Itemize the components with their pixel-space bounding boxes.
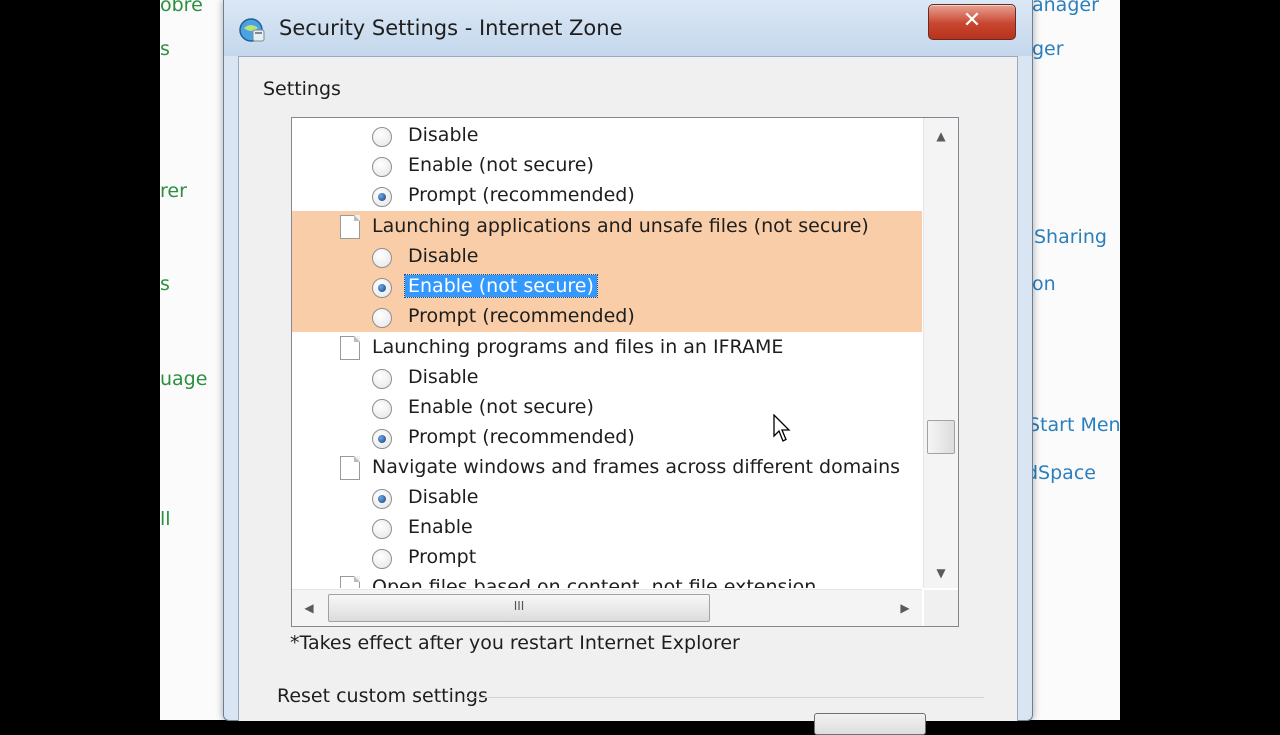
- list-item[interactable]: Prompt (recommended): [292, 423, 922, 453]
- scrollbar-corner: [924, 590, 958, 626]
- list-item[interactable]: Prompt: [292, 543, 922, 573]
- radio-button[interactable]: [372, 549, 392, 569]
- bg-link: s: [160, 273, 170, 295]
- document-icon: [340, 456, 360, 480]
- radio-button[interactable]: [372, 399, 392, 419]
- vertical-scrollbar[interactable]: ▲ ▼: [923, 118, 958, 588]
- list-item[interactable]: Disable: [292, 121, 922, 151]
- radio-button-checked[interactable]: [372, 489, 392, 509]
- chevron-down-icon: ▼: [936, 566, 946, 580]
- option-label: Disable: [408, 245, 479, 267]
- grip-icon: III: [513, 599, 525, 613]
- horizontal-scroll-thumb[interactable]: III: [328, 594, 710, 622]
- option-label-selected: Enable (not secure): [404, 274, 598, 298]
- group-separator: [464, 697, 984, 698]
- radio-button[interactable]: [372, 248, 392, 268]
- scroll-right-button[interactable]: ▶: [890, 590, 920, 626]
- chevron-left-icon: ◀: [304, 601, 314, 615]
- option-label: Disable: [408, 124, 479, 146]
- list-item[interactable]: Prompt (recommended): [292, 181, 922, 211]
- bg-link: ger: [1032, 38, 1064, 60]
- radio-button[interactable]: [372, 369, 392, 389]
- option-label: Enable (not secure): [408, 396, 594, 418]
- settings-list-content: Disable Enable (not secure) Prompt (reco…: [292, 118, 922, 588]
- radio-button[interactable]: [372, 519, 392, 539]
- chevron-up-icon: ▲: [936, 129, 946, 143]
- restart-footnote: *Takes effect after you restart Internet…: [290, 632, 740, 654]
- setting-heading: Launching programs and files in an IFRAM…: [292, 333, 922, 363]
- option-label: Prompt (recommended): [408, 305, 635, 327]
- list-item[interactable]: Disable: [292, 483, 922, 513]
- option-label: Disable: [408, 486, 479, 508]
- list-item[interactable]: Disable: [292, 363, 922, 393]
- setting-label: Open files based on content, not file ex…: [372, 576, 817, 588]
- bg-link: uage: [160, 368, 208, 390]
- list-item[interactable]: Enable: [292, 513, 922, 543]
- close-icon: ✕: [962, 8, 982, 33]
- settings-group-label: Settings: [263, 78, 341, 100]
- radio-button-checked[interactable]: [372, 187, 392, 207]
- bg-link: dSpace: [1026, 462, 1096, 484]
- document-icon: [340, 336, 360, 360]
- close-button[interactable]: ✕: [928, 4, 1016, 40]
- radio-button[interactable]: [372, 127, 392, 147]
- setting-heading: Open files based on content, not file ex…: [292, 573, 922, 588]
- reset-button[interactable]: [814, 713, 926, 735]
- horizontal-scrollbar[interactable]: ◀ III ▶: [292, 589, 922, 626]
- list-item[interactable]: Enable (not secure): [292, 393, 922, 423]
- setting-label: Navigate windows and frames across diffe…: [372, 456, 901, 478]
- document-icon: [340, 576, 360, 588]
- setting-heading: Launching applications and unsafe files …: [292, 212, 922, 242]
- bg-link: anager: [1032, 0, 1099, 16]
- bg-link: Sharing: [1034, 226, 1107, 248]
- dialog-title: Security Settings - Internet Zone: [279, 16, 623, 40]
- bg-link: ll: [160, 508, 171, 530]
- option-label: Prompt (recommended): [408, 426, 635, 448]
- chevron-right-icon: ▶: [900, 601, 910, 615]
- scroll-down-button[interactable]: ▼: [924, 558, 958, 588]
- bg-link: Start Men: [1028, 414, 1120, 436]
- radio-button-checked[interactable]: [372, 429, 392, 449]
- option-label: Disable: [408, 366, 479, 388]
- list-item[interactable]: Prompt (recommended): [292, 302, 922, 332]
- list-item[interactable]: Disable: [292, 242, 922, 272]
- reset-custom-settings-label: Reset custom settings: [277, 685, 488, 707]
- scroll-left-button[interactable]: ◀: [294, 590, 324, 626]
- security-settings-dialog: Security Settings - Internet Zone ✕ Sett…: [223, 0, 1033, 735]
- document-icon: [340, 215, 360, 239]
- scroll-up-button[interactable]: ▲: [924, 121, 958, 151]
- radio-button-checked[interactable]: [372, 278, 392, 298]
- settings-list[interactable]: Disable Enable (not secure) Prompt (reco…: [291, 117, 959, 627]
- bg-link: obre: [160, 0, 203, 16]
- option-label: Prompt: [408, 546, 477, 568]
- option-label: Prompt (recommended): [408, 184, 635, 206]
- vertical-scroll-thumb[interactable]: [927, 420, 955, 454]
- bg-link: rer: [160, 180, 187, 202]
- internet-options-icon: [239, 18, 265, 42]
- list-item[interactable]: Enable (not secure): [292, 151, 922, 181]
- mouse-pointer-icon: [773, 414, 791, 442]
- option-label: Enable: [408, 516, 473, 538]
- radio-button[interactable]: [372, 157, 392, 177]
- option-label: Enable (not secure): [408, 154, 594, 176]
- title-bar[interactable]: Security Settings - Internet Zone ✕: [224, 0, 1032, 56]
- radio-button[interactable]: [372, 308, 392, 328]
- bg-link: on: [1032, 273, 1056, 295]
- setting-label: Launching programs and files in an IFRAM…: [372, 336, 784, 358]
- setting-heading: Navigate windows and frames across diffe…: [292, 453, 922, 483]
- setting-label: Launching applications and unsafe files …: [372, 215, 869, 237]
- bg-link: s: [160, 38, 170, 60]
- list-item[interactable]: Enable (not secure): [292, 272, 922, 302]
